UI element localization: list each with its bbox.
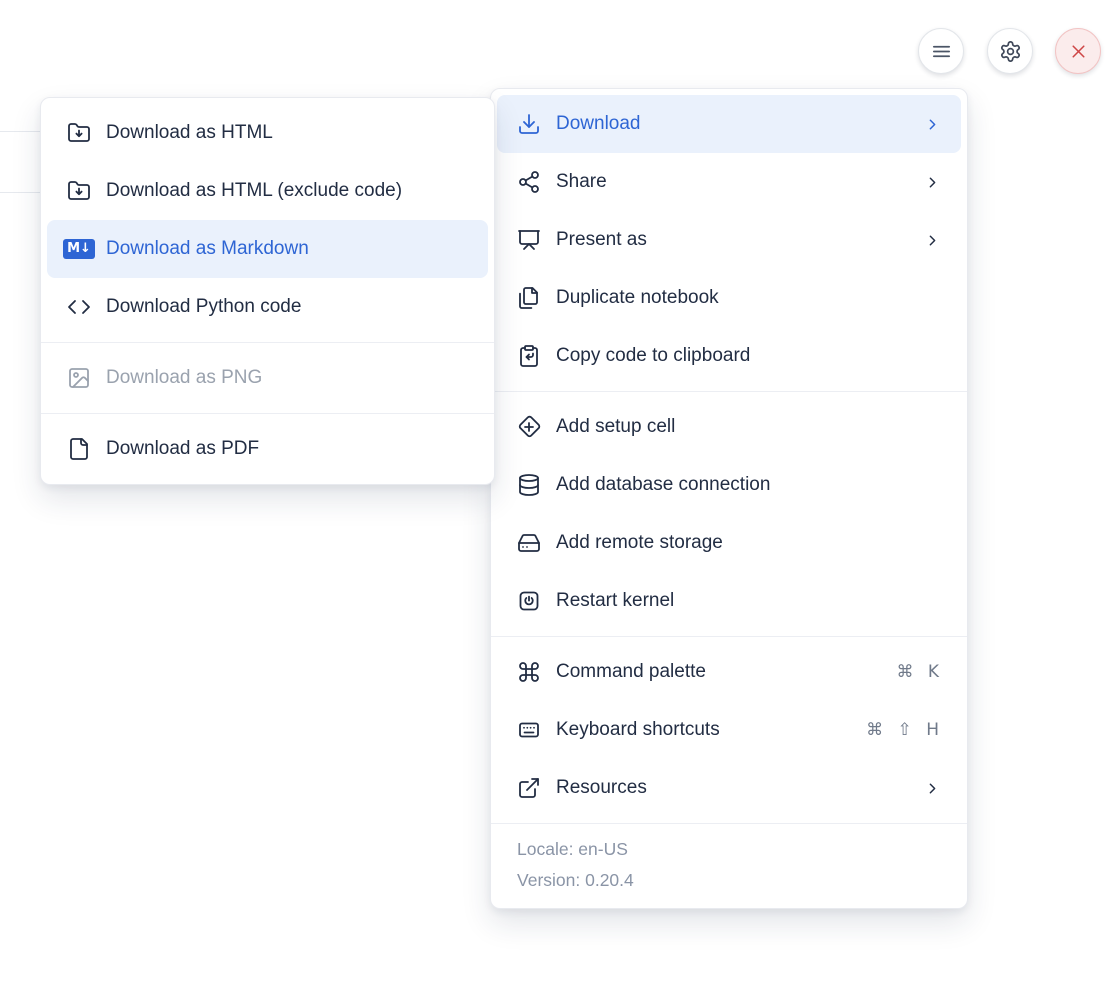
close-icon — [1068, 41, 1089, 62]
hamburger-icon — [930, 40, 953, 63]
menu-item-label: Download as PNG — [106, 367, 468, 389]
markdown-icon: M↓ — [67, 237, 91, 261]
power-icon — [517, 589, 541, 613]
file-icon — [67, 437, 91, 461]
menu-item-label: Add remote storage — [556, 532, 941, 554]
menu-group-help: Command palette ⌘ K Keyboard shortcuts ⌘… — [491, 636, 967, 823]
folder-down-icon — [67, 121, 91, 145]
menu-item-label: Command palette — [556, 661, 881, 683]
chevron-right-icon — [924, 116, 941, 133]
gear-icon — [999, 40, 1022, 63]
keyboard-icon — [517, 718, 541, 742]
database-icon — [517, 473, 541, 497]
menu-item-label: Download as PDF — [106, 438, 468, 460]
menu-item-label: Download as Markdown — [106, 238, 468, 260]
menu-item-download-markdown[interactable]: M↓ Download as Markdown — [47, 220, 488, 278]
menu-item-add-database[interactable]: Add database connection — [497, 456, 961, 514]
menu-item-download-python[interactable]: Download Python code — [47, 278, 488, 336]
settings-button[interactable] — [987, 28, 1033, 74]
menu-item-download-html[interactable]: Download as HTML — [47, 104, 488, 162]
menu-item-label: Keyboard shortcuts — [556, 719, 851, 741]
menu-item-label: Present as — [556, 229, 909, 251]
menu-item-copy-code[interactable]: Copy code to clipboard — [497, 327, 961, 385]
shutdown-button[interactable] — [1055, 28, 1101, 74]
menu-item-keyboard-shortcuts[interactable]: Keyboard shortcuts ⌘ ⇧ H — [497, 701, 961, 759]
download-submenu: Download as HTML Download as HTML (exclu… — [40, 97, 495, 485]
menu-item-label: Download — [556, 113, 909, 135]
submenu-group-pdf: Download as PDF — [41, 413, 494, 484]
menu-item-download-png[interactable]: Download as PNG — [47, 349, 488, 407]
menu-item-present-as[interactable]: Present as — [497, 211, 961, 269]
menu-item-command-palette[interactable]: Command palette ⌘ K — [497, 643, 961, 701]
chevron-right-icon — [924, 174, 941, 191]
menu-item-add-setup-cell[interactable]: Add setup cell — [497, 398, 961, 456]
shortcut-hint: ⌘ ⇧ H — [866, 720, 941, 740]
menu-item-restart-kernel[interactable]: Restart kernel — [497, 572, 961, 630]
menu-item-download-html-exclude-code[interactable]: Download as HTML (exclude code) — [47, 162, 488, 220]
external-link-icon — [517, 776, 541, 800]
menu-item-label: Copy code to clipboard — [556, 345, 941, 367]
image-icon — [67, 366, 91, 390]
duplicate-icon — [517, 286, 541, 310]
command-icon — [517, 660, 541, 684]
locale-text: Locale: en-US — [517, 834, 941, 865]
version-text: Version: 0.20.4 — [517, 865, 941, 896]
menu-item-download[interactable]: Download — [497, 95, 961, 153]
hard-drive-icon — [517, 531, 541, 555]
menu-item-label: Download Python code — [106, 296, 468, 318]
menu-item-label: Add setup cell — [556, 416, 941, 438]
menu-item-label: Download as HTML (exclude code) — [106, 180, 468, 202]
diamond-plus-icon — [517, 415, 541, 439]
notebook-menu: Download Share Present — [490, 88, 968, 909]
clipboard-copy-icon — [517, 344, 541, 368]
chevron-right-icon — [924, 780, 941, 797]
background-divider-line — [0, 192, 40, 193]
folder-down-icon — [67, 179, 91, 203]
menu-item-download-pdf[interactable]: Download as PDF — [47, 420, 488, 478]
menu-group-kernel: Add setup cell Add database connection — [491, 391, 967, 636]
menu-item-label: Add database connection — [556, 474, 941, 496]
presentation-icon — [517, 228, 541, 252]
menu-item-label: Share — [556, 171, 909, 193]
download-icon — [517, 112, 541, 136]
menu-item-label: Download as HTML — [106, 122, 468, 144]
background-divider-line — [0, 131, 40, 132]
menu-group-actions: Download Share Present — [491, 89, 967, 391]
submenu-group-png: Download as PNG — [41, 342, 494, 413]
menu-item-label: Restart kernel — [556, 590, 941, 612]
share-icon — [517, 170, 541, 194]
menu-item-label: Resources — [556, 777, 909, 799]
menu-item-duplicate-notebook[interactable]: Duplicate notebook — [497, 269, 961, 327]
code-icon — [67, 295, 91, 319]
submenu-group-documents: Download as HTML Download as HTML (exclu… — [41, 98, 494, 342]
menu-item-label: Duplicate notebook — [556, 287, 941, 309]
chevron-right-icon — [924, 232, 941, 249]
menu-footer: Locale: en-US Version: 0.20.4 — [491, 823, 967, 908]
shortcut-hint: ⌘ K — [896, 662, 941, 682]
menu-item-resources[interactable]: Resources — [497, 759, 961, 817]
notebook-menu-button[interactable] — [918, 28, 964, 74]
menu-item-add-remote-storage[interactable]: Add remote storage — [497, 514, 961, 572]
menu-item-share[interactable]: Share — [497, 153, 961, 211]
